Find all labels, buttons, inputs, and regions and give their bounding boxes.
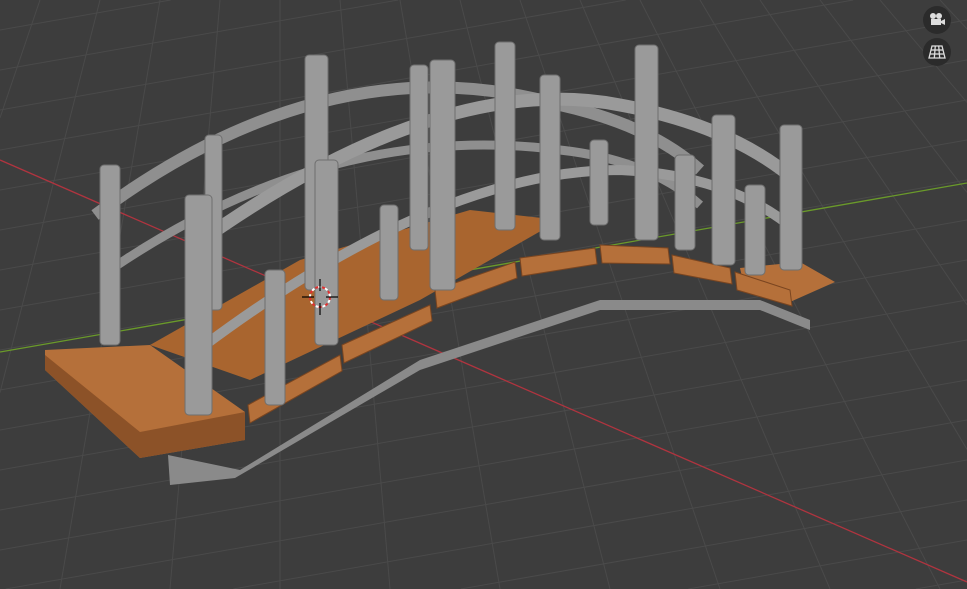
grid-line: [0, 0, 171, 31]
grid-line: [0, 0, 101, 393]
grid-line: [0, 0, 41, 118]
y-axis-line: [0, 182, 967, 353]
railing-post: [184, 194, 213, 416]
grid-line: [915, 579, 967, 589]
railing-post: [744, 184, 766, 276]
railing-post: [674, 154, 696, 251]
bridge-model[interactable]: [45, 41, 835, 485]
toggle-perspective-button[interactable]: [923, 38, 951, 66]
grid-line: [233, 459, 967, 589]
railing-post: [539, 74, 561, 241]
railing-post: [314, 159, 339, 346]
railing-post: [779, 124, 803, 271]
railing-post: [264, 269, 286, 406]
deck-plank: [599, 244, 671, 265]
railing-post: [634, 44, 659, 241]
camera-icon: [930, 13, 945, 25]
viewport-scene: [0, 0, 967, 589]
railing-post: [429, 59, 456, 291]
railing-post: [589, 139, 609, 226]
railing-post: [711, 114, 736, 266]
grid-line: [0, 0, 399, 71]
railing-post: [379, 204, 399, 301]
perspective-grid-icon: [928, 45, 946, 59]
railing-post: [409, 64, 429, 251]
railing-post: [494, 41, 516, 231]
grid-line: [460, 499, 967, 589]
grid-line: [688, 539, 967, 589]
toggle-camera-view-button[interactable]: [923, 6, 951, 34]
3d-viewport[interactable]: [0, 0, 967, 589]
railing-post: [99, 164, 121, 346]
